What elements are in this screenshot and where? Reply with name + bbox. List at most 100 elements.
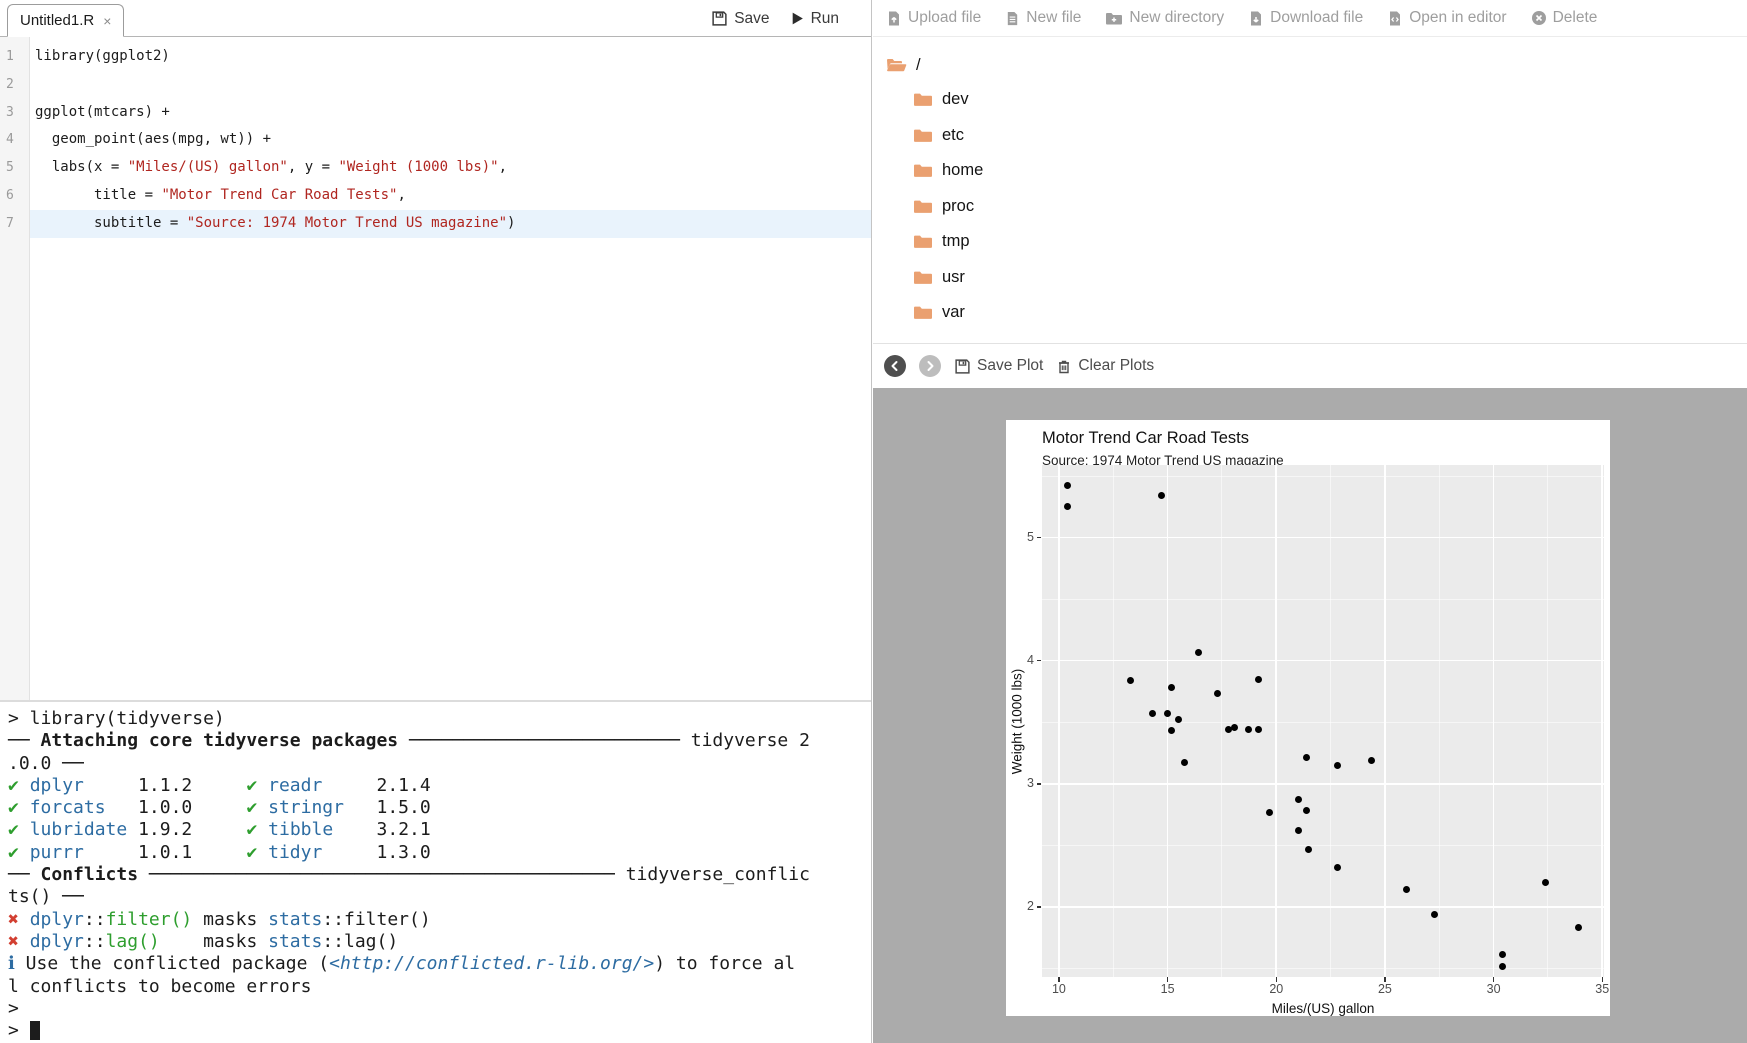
code-line[interactable]: 1library(ggplot2) xyxy=(0,43,871,71)
code-editor[interactable]: 1library(ggplot2)23ggplot(mtcars) +4 geo… xyxy=(0,37,871,700)
console-token: ) to force al xyxy=(654,953,795,974)
tree-row-etc[interactable]: etc xyxy=(913,118,1747,154)
r-console[interactable]: > library(tidyverse)── Attaching core ti… xyxy=(0,700,871,1043)
string-literal: "Source: 1974 Motor Trend US magazine" xyxy=(187,215,507,231)
delete-button[interactable]: Delete xyxy=(1531,9,1598,27)
console-token xyxy=(19,819,30,840)
y-tick-label: 5 xyxy=(1006,530,1034,544)
console-token: ✔ xyxy=(8,797,19,818)
tree-row-proc[interactable]: proc xyxy=(913,189,1747,225)
console-line: ℹ Use the conflicted package (<http://co… xyxy=(8,953,871,975)
code-line[interactable]: 2 xyxy=(0,71,871,99)
new-file-icon xyxy=(1005,10,1020,27)
upload-file-button[interactable]: Upload file xyxy=(886,9,981,27)
download-file-button[interactable]: Download file xyxy=(1248,9,1363,27)
tree-label: etc xyxy=(942,126,964,145)
open-in-editor-button[interactable]: Open in editor xyxy=(1387,9,1506,27)
data-point xyxy=(1334,762,1341,769)
code-token: , xyxy=(397,187,405,203)
console-token: > library(tidyverse) xyxy=(8,708,225,729)
delete-icon xyxy=(1531,10,1547,26)
data-point xyxy=(1303,754,1310,761)
clear-plots-button[interactable]: Clear Plots xyxy=(1056,357,1154,375)
save-button[interactable]: Save xyxy=(711,10,769,28)
code-line[interactable]: 7 subtitle = "Source: 1974 Motor Trend U… xyxy=(0,210,871,238)
console-token xyxy=(257,819,268,840)
save-label: Save xyxy=(734,10,769,28)
previous-plot-button[interactable] xyxy=(884,355,906,377)
tree-label: var xyxy=(942,303,965,322)
code-text: title = "Motor Trend Car Road Tests", xyxy=(30,182,871,210)
code-line[interactable]: 5 labs(x = "Miles/(US) gallon", y = "Wei… xyxy=(0,154,871,182)
console-token: ts() ── xyxy=(8,886,84,907)
console-token: > xyxy=(8,998,19,1019)
data-point xyxy=(1334,864,1341,871)
run-label: Run xyxy=(811,10,839,28)
data-point xyxy=(1295,796,1302,803)
data-point xyxy=(1231,724,1238,731)
line-number: 6 xyxy=(0,182,30,210)
x-tick-label: 10 xyxy=(1044,982,1074,996)
console-token: :: xyxy=(84,909,106,930)
gridline-minor xyxy=(1042,968,1604,969)
console-token: filter() xyxy=(106,909,193,930)
new-file-button[interactable]: New file xyxy=(1005,9,1081,27)
console-token: 1.5.0 xyxy=(344,797,431,818)
console-line: ✔ forcats 1.0.0 ✔ stringr 1.5.0 xyxy=(8,797,871,819)
string-literal: "Motor Trend Car Road Tests" xyxy=(161,187,397,203)
string-literal: "Miles/(US) gallon" xyxy=(128,159,288,175)
back-arrow-icon xyxy=(889,360,901,372)
tab-untitled1[interactable]: Untitled1.R × xyxy=(7,4,124,37)
console-token: forcats xyxy=(30,797,106,818)
data-point xyxy=(1431,911,1438,918)
save-plot-button[interactable]: Save Plot xyxy=(954,357,1043,375)
tree-row-dev[interactable]: dev xyxy=(913,82,1747,118)
code-text: labs(x = "Miles/(US) gallon", y = "Weigh… xyxy=(30,154,871,182)
console-token: ───────────────────────── tidyverse 2 xyxy=(398,730,810,751)
console-output: > library(tidyverse)── Attaching core ti… xyxy=(8,708,871,1042)
x-tick-mark xyxy=(1602,977,1604,982)
tab-close-icon[interactable]: × xyxy=(103,13,111,29)
folder-open-icon xyxy=(886,57,907,73)
tree-row-usr[interactable]: usr xyxy=(913,260,1747,296)
code-text: ggplot(mtcars) + xyxy=(30,99,871,127)
y-tick-mark xyxy=(1037,783,1041,785)
code-line[interactable]: 6 title = "Motor Trend Car Road Tests", xyxy=(0,182,871,210)
x-axis-title: Miles/(US) gallon xyxy=(1042,1001,1604,1016)
data-point xyxy=(1255,676,1262,683)
code-line[interactable]: 4 geom_point(aes(mpg, wt)) + xyxy=(0,126,871,154)
tree-row-var[interactable]: var xyxy=(913,295,1747,331)
console-token: 1.0.0 xyxy=(106,797,247,818)
gridline-major xyxy=(1042,906,1604,908)
new-directory-button[interactable]: New directory xyxy=(1105,9,1224,27)
console-token: readr xyxy=(268,775,322,796)
console-token: 2.1.4 xyxy=(322,775,430,796)
toolbar-label: Download file xyxy=(1270,9,1363,27)
console-line: ✖ dplyr::filter() masks stats::filter() xyxy=(8,909,871,931)
tree-row-root[interactable]: / xyxy=(886,48,1747,82)
console-token: ✔ xyxy=(246,775,257,796)
console-token: lag() xyxy=(106,931,160,952)
folder-icon xyxy=(913,234,933,249)
console-token: ── xyxy=(8,864,41,885)
console-token: masks xyxy=(160,931,268,952)
data-point xyxy=(1575,924,1582,931)
forward-arrow-icon xyxy=(924,360,936,372)
console-line: ✔ dplyr 1.1.2 ✔ readr 2.1.4 xyxy=(8,775,871,797)
code-token: labs(x = xyxy=(35,159,128,175)
console-token: 3.2.1 xyxy=(333,819,431,840)
tree-row-tmp[interactable]: tmp xyxy=(913,224,1747,260)
data-point xyxy=(1499,963,1506,970)
code-line[interactable]: 3ggplot(mtcars) + xyxy=(0,99,871,127)
gridline-major xyxy=(1601,465,1603,977)
tree-row-home[interactable]: home xyxy=(913,153,1747,189)
next-plot-button[interactable] xyxy=(919,355,941,377)
run-button[interactable]: Run xyxy=(790,10,839,28)
folder-icon xyxy=(913,199,933,214)
data-point xyxy=(1245,726,1252,733)
code-token: , xyxy=(499,159,507,175)
console-line: ✖ dplyr::lag() masks stats::lag() xyxy=(8,931,871,953)
console-line: > library(tidyverse) xyxy=(8,708,871,730)
x-tick-label: 35 xyxy=(1587,982,1617,996)
data-point xyxy=(1149,710,1156,717)
